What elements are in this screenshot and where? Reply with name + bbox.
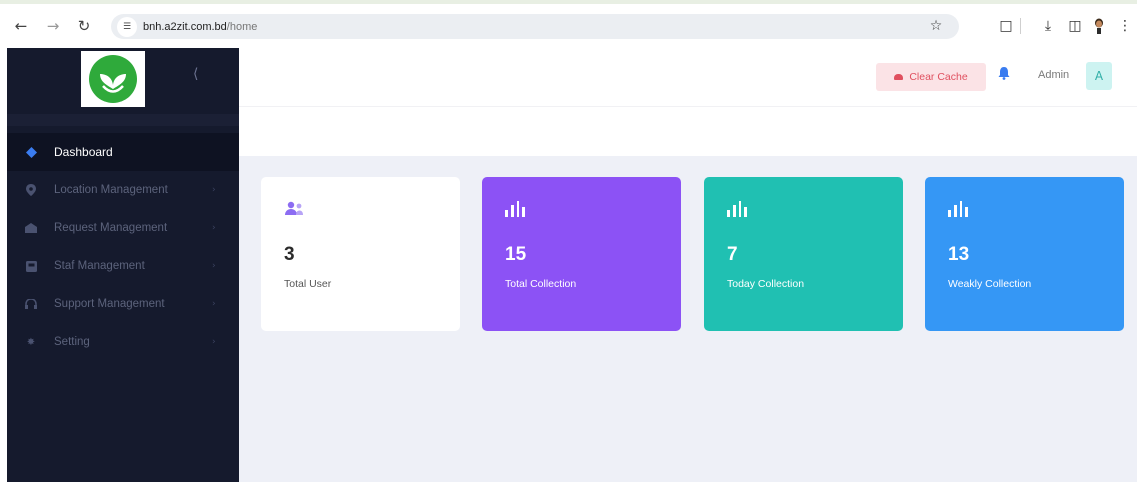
users-icon	[284, 201, 304, 223]
sidebar-item-setting[interactable]: ✸ Setting ›	[7, 323, 239, 361]
stat-value: 3	[284, 244, 295, 265]
url-host: bnh.a2zit.com.bd	[143, 20, 227, 33]
forward-icon[interactable]: →	[42, 15, 64, 37]
collapse-sidebar-icon[interactable]: ⟨	[193, 66, 198, 82]
chevron-right-icon: ›	[212, 223, 216, 233]
bar-chart-icon	[727, 201, 747, 223]
bookmark-star-icon[interactable]: ☆	[925, 15, 947, 37]
sidebar-item-support-management[interactable]: Support Management ›	[7, 285, 239, 323]
toolbar-divider	[1020, 18, 1021, 34]
address-bar[interactable]: ☰ bnh.a2zit.com.bd/home	[111, 14, 959, 39]
back-icon[interactable]: ←	[10, 15, 32, 37]
staff-icon	[25, 260, 37, 272]
sidebar-item-label: Staf Management	[54, 260, 145, 272]
sidebar-item-label: Dashboard	[54, 145, 113, 159]
chevron-right-icon: ›	[212, 261, 216, 271]
stat-value: 7	[727, 244, 738, 265]
sidebar: ⟨ Dashboard Location Management › Reques…	[7, 48, 239, 482]
sidebar-item-label: Setting	[54, 336, 90, 348]
browser-toolbar: ← → ↻ ☰ bnh.a2zit.com.bd/home ☆ □ ⤓ ◫ ⋮	[0, 0, 1137, 46]
url-text: bnh.a2zit.com.bd/home	[143, 21, 257, 33]
stat-label: Total Collection	[505, 278, 577, 290]
extensions-icon[interactable]: □	[995, 15, 1017, 37]
sidebar-item-label: Request Management	[54, 222, 168, 234]
sidebar-item-staf-management[interactable]: Staf Management ›	[7, 247, 239, 285]
sidebar-item-dashboard[interactable]: Dashboard	[7, 133, 239, 171]
profile-icon[interactable]	[1088, 15, 1110, 37]
clear-cache-label: Clear Cache	[909, 71, 968, 83]
page-subheader	[239, 106, 1137, 156]
chevron-right-icon: ›	[212, 299, 216, 309]
menu-kebab-icon[interactable]: ⋮	[1114, 15, 1136, 37]
stat-label: Weakly Collection	[948, 278, 1032, 290]
sidebar-item-request-management[interactable]: Request Management ›	[7, 209, 239, 247]
site-info-icon[interactable]: ☰	[117, 16, 137, 37]
clear-cache-button[interactable]: Clear Cache	[876, 63, 986, 91]
stat-card-total-user[interactable]: 3 Total User	[261, 177, 460, 331]
top-header: Clear Cache Admin A	[239, 48, 1137, 106]
headset-icon	[25, 298, 37, 310]
logo[interactable]	[81, 51, 145, 107]
chevron-right-icon: ›	[212, 185, 216, 195]
sidebar-item-label: Location Management	[54, 184, 168, 196]
bar-chart-icon	[505, 201, 525, 223]
request-icon	[25, 222, 37, 234]
location-pin-icon	[25, 184, 37, 196]
url-path: /home	[226, 20, 258, 33]
admin-name[interactable]: Admin	[1038, 69, 1069, 81]
download-icon[interactable]: ⤓	[1037, 15, 1059, 37]
chevron-right-icon: ›	[212, 337, 216, 347]
stat-card-weakly-collection[interactable]: 13 Weakly Collection	[925, 177, 1124, 331]
diamond-icon	[25, 146, 37, 158]
stat-value: 15	[505, 244, 527, 265]
stat-card-today-collection[interactable]: 7 Today Collection	[704, 177, 903, 331]
stat-label: Total User	[284, 278, 332, 290]
sidebar-divider	[7, 114, 239, 126]
avatar[interactable]: A	[1086, 62, 1112, 90]
stat-value: 13	[948, 244, 970, 265]
sidebar-item-location-management[interactable]: Location Management ›	[7, 171, 239, 209]
stat-label: Today Collection	[727, 278, 805, 290]
leaf-logo-icon	[89, 55, 137, 103]
reload-icon[interactable]: ↻	[73, 15, 95, 37]
bar-chart-icon	[948, 201, 968, 223]
sidebar-item-label: Support Management	[54, 298, 165, 310]
side-panel-icon[interactable]: ◫	[1064, 15, 1086, 37]
cache-icon	[894, 74, 904, 80]
stat-card-total-collection[interactable]: 15 Total Collection	[482, 177, 681, 331]
gear-icon: ✸	[26, 336, 36, 348]
dashboard-content: 3 Total User 15 Total Collection 7 Today…	[239, 156, 1137, 482]
bell-icon[interactable]	[997, 66, 1011, 84]
